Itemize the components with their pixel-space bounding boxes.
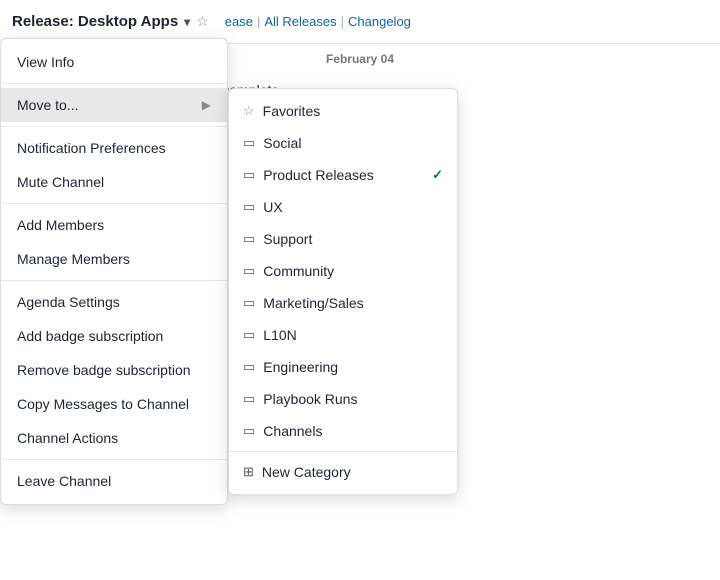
menu-item-add-badge-subscription[interactable]: Add badge subscription bbox=[1, 319, 227, 353]
star-icon[interactable]: ☆ bbox=[196, 13, 209, 30]
menu-item-move-to[interactable]: Move to... ▶ bbox=[1, 88, 227, 122]
menu-item-channel-actions[interactable]: Channel Actions bbox=[1, 421, 227, 455]
menu-item-notification-preferences[interactable]: Notification Preferences bbox=[1, 131, 227, 165]
breadcrumb-all-releases-link[interactable]: All Releases bbox=[264, 14, 336, 29]
favorites-star-icon: ☆ bbox=[243, 103, 255, 119]
context-menu: View Info Move to... ▶ Notification Pref… bbox=[0, 38, 228, 505]
folder-icon-ux: ▭ bbox=[243, 199, 255, 215]
breadcrumb-changelog-link[interactable]: Changelog bbox=[348, 14, 411, 29]
submenu-item-product-releases[interactable]: ▭ Product Releases ✓ bbox=[229, 159, 457, 191]
folder-icon-marketing-sales: ▭ bbox=[243, 295, 255, 311]
chevron-down-icon: ▾ bbox=[184, 15, 190, 29]
folder-icon-social: ▭ bbox=[243, 135, 255, 151]
menu-divider-2 bbox=[1, 126, 227, 127]
submenu-item-ux[interactable]: ▭ UX bbox=[229, 191, 457, 223]
submenu-arrow-icon: ▶ bbox=[202, 98, 211, 112]
submenu-item-engineering[interactable]: ▭ Engineering bbox=[229, 351, 457, 383]
breadcrumb-sep1: | bbox=[257, 14, 260, 29]
menu-item-leave-channel[interactable]: Leave Channel bbox=[1, 464, 227, 498]
submenu-item-social[interactable]: ▭ Social bbox=[229, 127, 457, 159]
menu-divider-5 bbox=[1, 459, 227, 460]
folder-icon-l10n: ▭ bbox=[243, 327, 255, 343]
submenu-divider bbox=[229, 451, 457, 452]
breadcrumb-sep2: | bbox=[341, 14, 344, 29]
submenu-item-l10n[interactable]: ▭ L10N bbox=[229, 319, 457, 351]
folder-icon-product-releases: ▭ bbox=[243, 167, 255, 183]
submenu-item-support[interactable]: ▭ Support bbox=[229, 223, 457, 255]
new-folder-icon: ⊞ bbox=[243, 464, 254, 480]
folder-icon-community: ▭ bbox=[243, 263, 255, 279]
menu-item-remove-badge-subscription[interactable]: Remove badge subscription bbox=[1, 353, 227, 387]
check-icon-product-releases: ✓ bbox=[432, 167, 443, 183]
submenu-item-favorites[interactable]: ☆ Favorites bbox=[229, 95, 457, 127]
menu-divider-1 bbox=[1, 83, 227, 84]
channel-title-button[interactable]: Release: Desktop Apps ▾ bbox=[12, 13, 190, 30]
submenu-item-channels[interactable]: ▭ Channels bbox=[229, 415, 457, 447]
menu-item-agenda-settings[interactable]: Agenda Settings bbox=[1, 285, 227, 319]
folder-icon-engineering: ▭ bbox=[243, 359, 255, 375]
menu-item-manage-members[interactable]: Manage Members bbox=[1, 242, 227, 276]
submenu-item-playbook-runs[interactable]: ▭ Playbook Runs bbox=[229, 383, 457, 415]
menu-divider-4 bbox=[1, 280, 227, 281]
breadcrumb: ease | All Releases | Changelog bbox=[225, 14, 411, 29]
channel-title-text: Release: Desktop Apps bbox=[12, 13, 178, 30]
submenu-item-marketing-sales[interactable]: ▭ Marketing/Sales bbox=[229, 287, 457, 319]
menu-item-mute-channel[interactable]: Mute Channel bbox=[1, 165, 227, 199]
submenu-item-community[interactable]: ▭ Community bbox=[229, 255, 457, 287]
menu-divider-3 bbox=[1, 203, 227, 204]
menu-item-add-members[interactable]: Add Members bbox=[1, 208, 227, 242]
submenu: ☆ Favorites ▭ Social ▭ Product Releases … bbox=[228, 88, 458, 495]
menu-item-copy-messages[interactable]: Copy Messages to Channel bbox=[1, 387, 227, 421]
menu-item-view-info[interactable]: View Info bbox=[1, 45, 227, 79]
submenu-item-new-category[interactable]: ⊞ New Category bbox=[229, 456, 457, 488]
folder-icon-channels: ▭ bbox=[243, 423, 255, 439]
folder-icon-support: ▭ bbox=[243, 231, 255, 247]
folder-icon-playbook-runs: ▭ bbox=[243, 391, 255, 407]
breadcrumb-release-link[interactable]: ease bbox=[225, 14, 253, 29]
